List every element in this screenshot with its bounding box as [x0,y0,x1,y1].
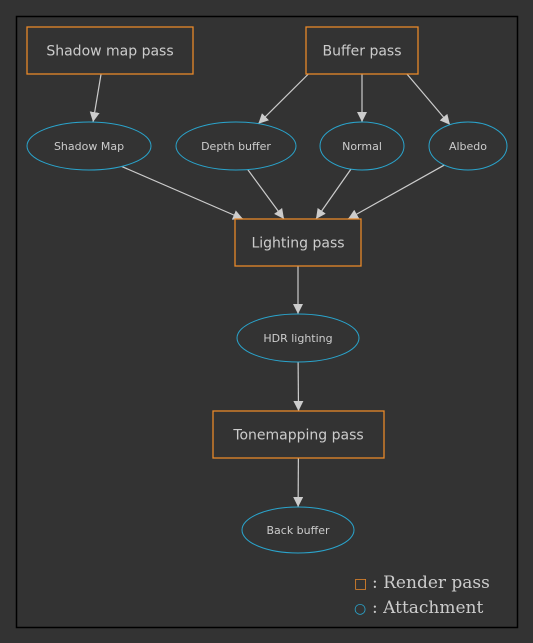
legend-attachment-label: : Attachment [372,598,484,618]
node-label: Lighting pass [251,236,344,252]
legend-render-pass-symbol: □ [354,576,367,592]
node-label: Normal [342,140,382,153]
node-label: Back buffer [266,524,330,537]
node-label: Depth buffer [201,140,271,153]
node-label: Albedo [449,140,487,153]
node-label: Shadow map pass [46,44,173,60]
node-label: HDR lighting [263,332,332,345]
legend-render-pass-label: : Render pass [372,573,490,593]
render-graph-diagram: Shadow map pass Buffer pass Shadow Map Dept… [15,15,519,629]
node-label: Buffer pass [323,44,402,60]
node-label: Shadow Map [54,140,124,153]
node-label: Tonemapping pass [232,428,363,444]
legend-attachment-symbol: ○ [354,601,366,617]
